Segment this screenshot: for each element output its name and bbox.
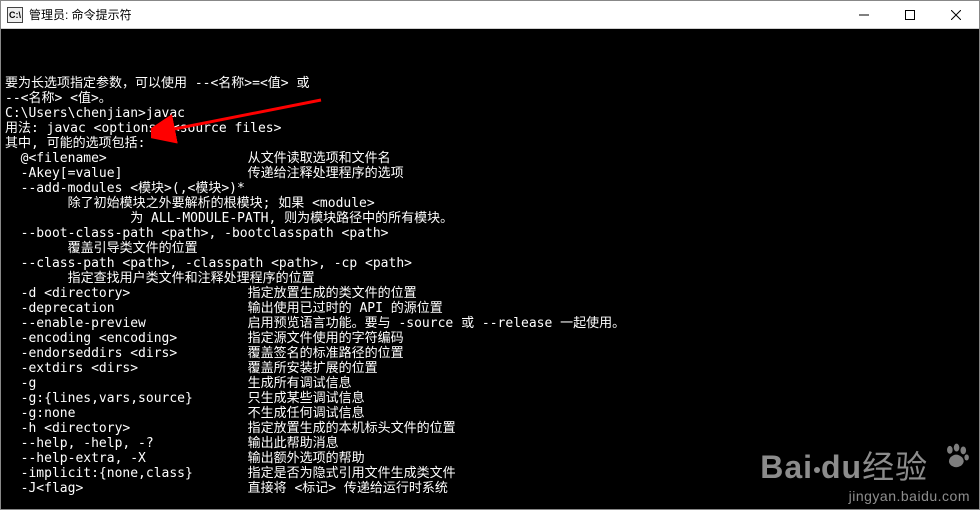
terminal-line: --<名称> <值>。 [5,91,975,106]
terminal-output[interactable]: 要为长选项指定参数，可以使用 --<名称>=<值> 或--<名称> <值>。C:… [1,29,979,509]
window-title: 管理员: 命令提示符 [29,6,841,23]
titlebar[interactable]: C:\ 管理员: 命令提示符 [1,1,979,29]
terminal-line: -g 生成所有调试信息 [5,376,975,391]
close-button[interactable] [933,1,979,28]
terminal-line: --enable-preview 启用预览语言功能。要与 -source 或 -… [5,316,975,331]
terminal-line: 要为长选项指定参数，可以使用 --<名称>=<值> 或 [5,76,975,91]
terminal-line: -Akey[=value] 传递给注释处理程序的选项 [5,166,975,181]
terminal-line: -J<flag> 直接将 <标记> 传递给运行时系统 [5,481,975,496]
terminal-line: --help, -help, -? 输出此帮助消息 [5,436,975,451]
terminal-line: --boot-class-path <path>, -bootclasspath… [5,226,975,241]
command-prompt-window: C:\ 管理员: 命令提示符 要为长选项指定参数，可以使用 --<名称>=<值>… [0,0,980,510]
terminal-line: -extdirs <dirs> 覆盖所安装扩展的位置 [5,361,975,376]
maximize-button[interactable] [887,1,933,28]
terminal-line: 用法: javac <options> <source files> [5,121,975,136]
terminal-line: --add-modules <模块>(,<模块>)* [5,181,975,196]
window-controls [841,1,979,28]
terminal-line: -endorseddirs <dirs> 覆盖签名的标准路径的位置 [5,346,975,361]
terminal-line: --help-extra, -X 输出额外选项的帮助 [5,451,975,466]
terminal-line: -deprecation 输出使用已过时的 API 的源位置 [5,301,975,316]
terminal-line: 其中, 可能的选项包括: [5,136,975,151]
terminal-line: 指定查找用户类文件和注释处理程序的位置 [5,271,975,286]
terminal-line: -h <directory> 指定放置生成的本机标头文件的位置 [5,421,975,436]
terminal-line: 除了初始模块之外要解析的根模块; 如果 <module> [5,196,975,211]
terminal-line: 为 ALL-MODULE-PATH, 则为模块路径中的所有模块。 [5,211,975,226]
terminal-line: -encoding <encoding> 指定源文件使用的字符编码 [5,331,975,346]
terminal-line: @<filename> 从文件读取选项和文件名 [5,151,975,166]
minimize-button[interactable] [841,1,887,28]
terminal-line: -d <directory> 指定放置生成的类文件的位置 [5,286,975,301]
terminal-line: -implicit:{none,class} 指定是否为隐式引用文件生成类文件 [5,466,975,481]
terminal-line: -g:{lines,vars,source} 只生成某些调试信息 [5,391,975,406]
terminal-line: 覆盖引导类文件的位置 [5,241,975,256]
terminal-line: C:\Users\chenjian>javac [5,106,975,121]
terminal-line: --class-path <path>, -classpath <path>, … [5,256,975,271]
terminal-line: -g:none 不生成任何调试信息 [5,406,975,421]
cmd-icon: C:\ [7,7,23,23]
